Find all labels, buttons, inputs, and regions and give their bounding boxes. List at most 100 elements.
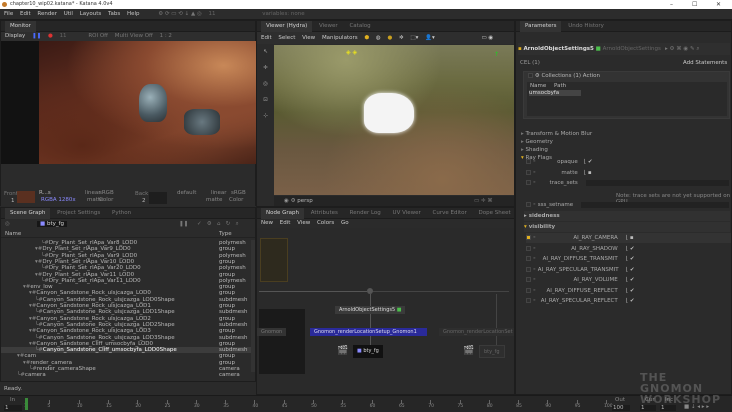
menu-util[interactable]: Util (64, 11, 73, 17)
node-gnomon-render-location-setup[interactable]: Gnomon_renderLocationSetup_Gnomon1 (310, 328, 427, 336)
visibility-toggle-icon[interactable]: ◉ (284, 198, 289, 204)
tab-render-log[interactable]: Render Log (345, 208, 386, 219)
scene-graph-tools-icons[interactable]: ❚❚ ✓ ⚙ ⌂ ↻ ⌕ (179, 221, 239, 228)
minimize-button[interactable]: – (670, 0, 673, 9)
scene-graph-scrollbar[interactable] (251, 240, 255, 372)
front-value[interactable]: 1 (11, 198, 15, 204)
camera-icon[interactable]: ⚙ (291, 198, 296, 204)
ng-menu-edit[interactable]: Edit (280, 220, 291, 226)
back-lut-dropdown[interactable]: linear (211, 190, 227, 196)
scale-tool-icon[interactable]: ⊡ (257, 92, 274, 108)
gizmo-tool-icon[interactable]: ⊹ (257, 108, 274, 124)
tab-dope-sheet[interactable]: Dope Sheet (474, 208, 516, 219)
cube-icon[interactable]: ⬢ (364, 35, 369, 41)
translate-tool-icon[interactable]: ✛ (257, 60, 274, 76)
tab-uv-viewer[interactable]: UV Viewer (388, 208, 426, 219)
menu-tabs[interactable]: Tabs (108, 11, 120, 17)
visibility-checkbox[interactable]: ⌊ ✔ (626, 254, 635, 264)
tab-undo-history[interactable]: Undo History (563, 21, 609, 32)
column-header-name[interactable]: Name (5, 231, 21, 237)
visibility-checkbox[interactable]: ⌊ ✔ (626, 265, 635, 275)
viewer-menu-manipulators[interactable]: Manipulators (322, 35, 358, 41)
scene-graph-menu-icon[interactable]: ◎ (5, 221, 10, 227)
backdrop-node[interactable] (260, 238, 288, 282)
back-color-dropdown[interactable]: Color (229, 197, 243, 203)
visibility-checkbox[interactable]: ⌊ ✔ (626, 296, 635, 306)
viewport-3d[interactable]: ◈ ◈ ↑ (274, 45, 514, 195)
menu-render[interactable]: Render (37, 11, 57, 17)
render-icons[interactable]: ⚙ ⟳ ▭ ⟲ ↓ ▲ ◎ (158, 11, 201, 17)
current-frame-marker[interactable] (25, 398, 28, 410)
back-display-dropdown[interactable]: sRGB (231, 190, 246, 196)
back-value[interactable]: 2 (142, 198, 146, 204)
out-frame-field[interactable]: 100 (612, 405, 630, 411)
collection-col-path[interactable]: Path (554, 83, 566, 89)
trace-sets-field[interactable] (586, 180, 729, 186)
viewer-bottom-icons[interactable]: ▭ ✛ ⌘ (474, 196, 493, 206)
color-dropdown[interactable]: Color (99, 197, 113, 203)
cel-group-header[interactable]: CEL (1) (520, 60, 540, 66)
ng-menu-view[interactable]: View (297, 220, 310, 226)
maximize-button[interactable]: ☐ (692, 0, 697, 9)
tab-viewer[interactable]: Viewer (314, 21, 343, 32)
tab-parameters[interactable]: Parameters (520, 21, 562, 32)
visibility-checkbox[interactable]: ⌊ ▪ (626, 233, 634, 243)
pause-icon[interactable]: ❚❚ (32, 33, 41, 39)
node-gnomon-render-location-setup-2[interactable]: Gnomon_renderLocationSet (439, 328, 514, 336)
tab-attributes[interactable]: Attributes (306, 208, 343, 219)
camera-settings-icon[interactable]: ✲ (399, 35, 404, 41)
globe-icon[interactable]: ◍ (376, 35, 381, 41)
axis-gizmo-icon[interactable]: ↑ (494, 51, 499, 58)
menu-help[interactable]: Help (127, 11, 140, 17)
collection-row[interactable]: umsocbyfa (529, 90, 581, 96)
tab-project-settings[interactable]: Project Settings (52, 208, 105, 219)
tab-curve-editor[interactable]: Curve Editor (428, 208, 472, 219)
back-matte-dropdown[interactable]: matte (206, 197, 222, 203)
tab-python[interactable]: Python (107, 208, 136, 219)
menu-edit[interactable]: Edit (20, 11, 31, 17)
node-arnold-object-settings[interactable]: ArnoldObjectSettings5 ■ (335, 306, 406, 314)
tab-viewer-hydra[interactable]: Viewer (Hydra) (261, 21, 313, 32)
display-dropdown[interactable]: sRGB (99, 190, 114, 196)
tab-node-graph[interactable]: Node Graph (261, 208, 304, 219)
sss-setname-field[interactable] (581, 202, 729, 208)
back-thumbnail[interactable] (149, 192, 167, 204)
ray-flag-checkbox[interactable]: ⌊ ▪ (584, 168, 592, 178)
ng-menu-go[interactable]: Go (341, 220, 349, 226)
selected-cliff-mesh[interactable] (364, 93, 414, 133)
multiview-dropdown[interactable]: Multi View Off (115, 33, 153, 39)
user-icon[interactable]: 👤▾ (425, 35, 435, 41)
tab-catalog[interactable]: Catalog (344, 21, 375, 32)
close-button[interactable]: ✕ (716, 0, 721, 9)
visibility-checkbox[interactable]: ⌊ ✔ (626, 286, 635, 296)
ratio-dropdown[interactable]: 1 : 2 (160, 33, 172, 39)
viewer-menu-select[interactable]: Select (278, 35, 295, 41)
viewer-options-icons[interactable]: ▭ ◉ (481, 35, 493, 41)
tab-monitor[interactable]: Monitor (5, 21, 36, 32)
node-header-icons[interactable]: ▸ ⚙ ⌘ ◉ ✎ ⌕ (665, 43, 699, 55)
node-render-bty-fg[interactable]: ■ bty_fg (353, 345, 383, 358)
collection-col-name[interactable]: Name (530, 83, 546, 89)
light-icon[interactable]: ● (387, 35, 392, 41)
front-thumbnail[interactable] (17, 191, 35, 203)
node-gnomon[interactable]: Gnomon (257, 328, 287, 336)
node-name-field[interactable]: ArnoldObjectSettings5 (523, 46, 593, 52)
monitor-image[interactable] (39, 41, 256, 164)
visibility-checkbox[interactable]: ⌊ ✔ (626, 244, 635, 254)
column-header-type[interactable]: Type (219, 231, 232, 237)
node-render-bty-fg-2[interactable]: bty_fg (479, 345, 505, 358)
sidedness-group[interactable]: ▸ sidedness (524, 211, 730, 221)
variables-dropdown[interactable]: variables: none (262, 11, 304, 17)
selection-box-icon[interactable]: ⬚▾ (410, 35, 418, 41)
node-graph-canvas[interactable]: ArnoldObjectSettings5 ■ Gnomon Gnomon_re… (257, 228, 514, 394)
ray-flag-checkbox[interactable]: ⌊ ✔ (584, 157, 593, 167)
filter-node-chip[interactable]: ■ bty_fg (37, 221, 68, 227)
visibility-checkbox[interactable]: ⌊ ✔ (626, 275, 635, 285)
visibility-group[interactable]: ▾ visibility (524, 222, 730, 232)
stop-icon[interactable]: ● (48, 33, 53, 39)
menu-file[interactable]: File (4, 11, 13, 17)
roi-dropdown[interactable]: ROI Off (88, 33, 108, 39)
rotate-tool-icon[interactable]: ◎ (257, 76, 274, 92)
viewer-menu-edit[interactable]: Edit (261, 35, 272, 41)
camera-dropdown[interactable]: persp (297, 198, 313, 204)
